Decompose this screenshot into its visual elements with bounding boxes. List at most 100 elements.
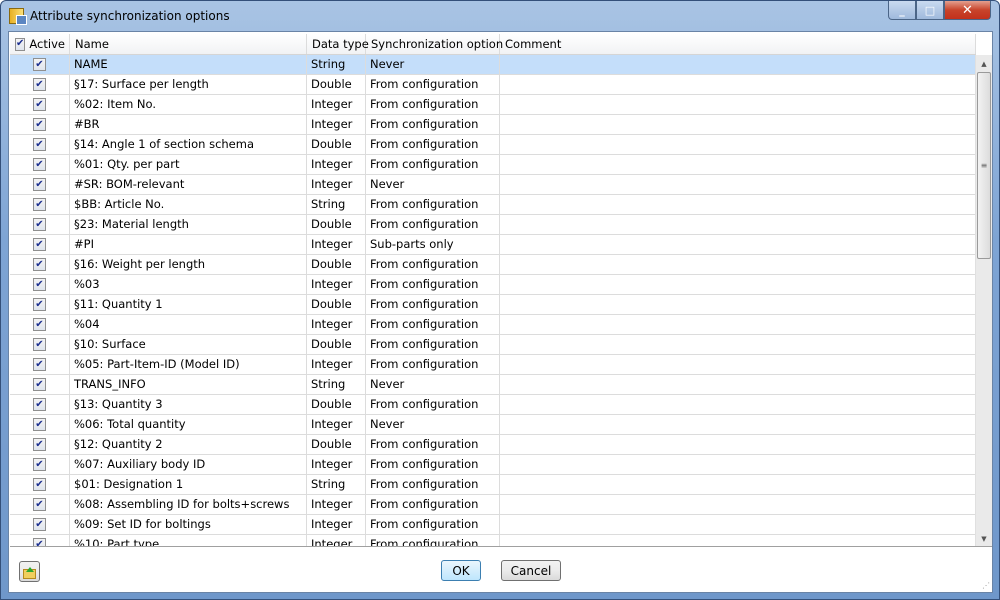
table-row[interactable]: ✔ §11: Quantity 1 Double From configurat… [10, 295, 976, 315]
table-row[interactable]: ✔ #SR: BOM-relevant Integer Never [10, 175, 976, 195]
data-type-cell[interactable]: Integer [307, 415, 366, 434]
comment-cell[interactable] [500, 115, 976, 134]
active-checkbox[interactable]: ✔ [33, 198, 46, 211]
comment-cell[interactable] [500, 515, 976, 534]
data-type-cell[interactable]: Double [307, 335, 366, 354]
select-all-checkbox[interactable]: ✔ [15, 37, 26, 51]
table-row[interactable]: ✔ TRANS_INFO String Never [10, 375, 976, 395]
data-type-cell[interactable]: String [307, 195, 366, 214]
active-checkbox[interactable]: ✔ [33, 438, 46, 451]
active-checkbox[interactable]: ✔ [33, 338, 46, 351]
active-checkbox[interactable]: ✔ [33, 238, 46, 251]
active-checkbox[interactable]: ✔ [33, 278, 46, 291]
data-type-cell[interactable]: Integer [307, 535, 366, 546]
minimize-button[interactable]: _ [888, 1, 916, 20]
comment-cell[interactable] [500, 215, 976, 234]
comment-cell[interactable] [500, 315, 976, 334]
name-cell[interactable]: $BB: Article No. [70, 195, 307, 214]
name-cell[interactable]: §11: Quantity 1 [70, 295, 307, 314]
name-cell[interactable]: §23: Material length [70, 215, 307, 234]
name-cell[interactable]: #SR: BOM-relevant [70, 175, 307, 194]
name-cell[interactable]: %02: Item No. [70, 95, 307, 114]
name-cell[interactable]: §17: Surface per length [70, 75, 307, 94]
comment-cell[interactable] [500, 275, 976, 294]
scroll-thumb[interactable]: ≡ [977, 72, 991, 259]
sync-option-cell[interactable]: From configuration [366, 475, 500, 494]
data-type-cell[interactable]: Double [307, 255, 366, 274]
sync-option-cell[interactable]: From configuration [366, 395, 500, 414]
sync-option-cell[interactable]: From configuration [366, 495, 500, 514]
active-checkbox[interactable]: ✔ [33, 298, 46, 311]
data-type-cell[interactable]: Double [307, 215, 366, 234]
table-row[interactable]: ✔ %03 Integer From configuration [10, 275, 976, 295]
name-cell[interactable]: §12: Quantity 2 [70, 435, 307, 454]
active-checkbox[interactable]: ✔ [33, 378, 46, 391]
table-row[interactable]: ✔ $BB: Article No. String From configura… [10, 195, 976, 215]
active-checkbox[interactable]: ✔ [33, 58, 46, 71]
sync-option-cell[interactable]: From configuration [366, 295, 500, 314]
sync-option-cell[interactable]: From configuration [366, 115, 500, 134]
sync-option-cell[interactable]: From configuration [366, 95, 500, 114]
sync-option-cell[interactable]: From configuration [366, 75, 500, 94]
table-row[interactable]: ✔ §13: Quantity 3 Double From configurat… [10, 395, 976, 415]
comment-cell[interactable] [500, 255, 976, 274]
comment-cell[interactable] [500, 355, 976, 374]
data-type-cell[interactable]: Integer [307, 315, 366, 334]
comment-cell[interactable] [500, 195, 976, 214]
comment-cell[interactable] [500, 295, 976, 314]
table-row[interactable]: ✔ %06: Total quantity Integer Never [10, 415, 976, 435]
cancel-button[interactable]: Cancel [501, 560, 561, 581]
name-cell[interactable]: TRANS_INFO [70, 375, 307, 394]
table-row[interactable]: ✔ %07: Auxiliary body ID Integer From co… [10, 455, 976, 475]
name-cell[interactable]: %10: Part type [70, 535, 307, 546]
data-type-cell[interactable]: String [307, 475, 366, 494]
active-checkbox[interactable]: ✔ [33, 358, 46, 371]
import-button[interactable] [19, 561, 40, 582]
data-type-cell[interactable]: Double [307, 75, 366, 94]
name-cell[interactable]: %09: Set ID for boltings [70, 515, 307, 534]
comment-cell[interactable] [500, 155, 976, 174]
sync-option-cell[interactable]: Never [366, 55, 500, 74]
name-cell[interactable]: %08: Assembling ID for bolts+screws [70, 495, 307, 514]
comment-cell[interactable] [500, 135, 976, 154]
active-checkbox[interactable]: ✔ [33, 158, 46, 171]
close-button[interactable]: ✕ [944, 1, 991, 20]
active-checkbox[interactable]: ✔ [33, 138, 46, 151]
table-row[interactable]: ✔ %02: Item No. Integer From configurati… [10, 95, 976, 115]
active-checkbox[interactable]: ✔ [33, 458, 46, 471]
sync-option-cell[interactable]: Never [366, 375, 500, 394]
data-type-cell[interactable]: String [307, 375, 366, 394]
column-header-data-type[interactable]: Data type [307, 34, 369, 54]
sync-option-cell[interactable]: Never [366, 415, 500, 434]
name-cell[interactable]: #PI [70, 235, 307, 254]
table-row[interactable]: ✔ §16: Weight per length Double From con… [10, 255, 976, 275]
active-checkbox[interactable]: ✔ [33, 318, 46, 331]
comment-cell[interactable] [500, 435, 976, 454]
scroll-down-button[interactable]: ▼ [976, 530, 992, 546]
sync-option-cell[interactable]: From configuration [366, 195, 500, 214]
sync-option-cell[interactable]: From configuration [366, 535, 500, 546]
sync-option-cell[interactable]: From configuration [366, 335, 500, 354]
data-type-cell[interactable]: Integer [307, 275, 366, 294]
table-row[interactable]: ✔ %05: Part-Item-ID (Model ID) Integer F… [10, 355, 976, 375]
active-checkbox[interactable]: ✔ [33, 178, 46, 191]
resize-grip[interactable]: ⋰ [982, 581, 990, 590]
maximize-button[interactable]: □ [916, 1, 944, 20]
name-cell[interactable]: §13: Quantity 3 [70, 395, 307, 414]
table-row[interactable]: ✔ %10: Part type Integer From configurat… [10, 535, 976, 546]
table-row[interactable]: ✔ %01: Qty. per part Integer From config… [10, 155, 976, 175]
comment-cell[interactable] [500, 335, 976, 354]
active-checkbox[interactable]: ✔ [33, 98, 46, 111]
comment-cell[interactable] [500, 495, 976, 514]
table-row[interactable]: ✔ §14: Angle 1 of section schema Double … [10, 135, 976, 155]
name-cell[interactable]: %04 [70, 315, 307, 334]
table-row[interactable]: ✔ %09: Set ID for boltings Integer From … [10, 515, 976, 535]
table-row[interactable]: ✔ %08: Assembling ID for bolts+screws In… [10, 495, 976, 515]
data-type-cell[interactable]: Integer [307, 515, 366, 534]
table-row[interactable]: ✔ %04 Integer From configuration [10, 315, 976, 335]
comment-cell[interactable] [500, 455, 976, 474]
data-type-cell[interactable]: Integer [307, 235, 366, 254]
comment-cell[interactable] [500, 95, 976, 114]
data-type-cell[interactable]: Integer [307, 455, 366, 474]
table-row[interactable]: ✔ $01: Designation 1 String From configu… [10, 475, 976, 495]
